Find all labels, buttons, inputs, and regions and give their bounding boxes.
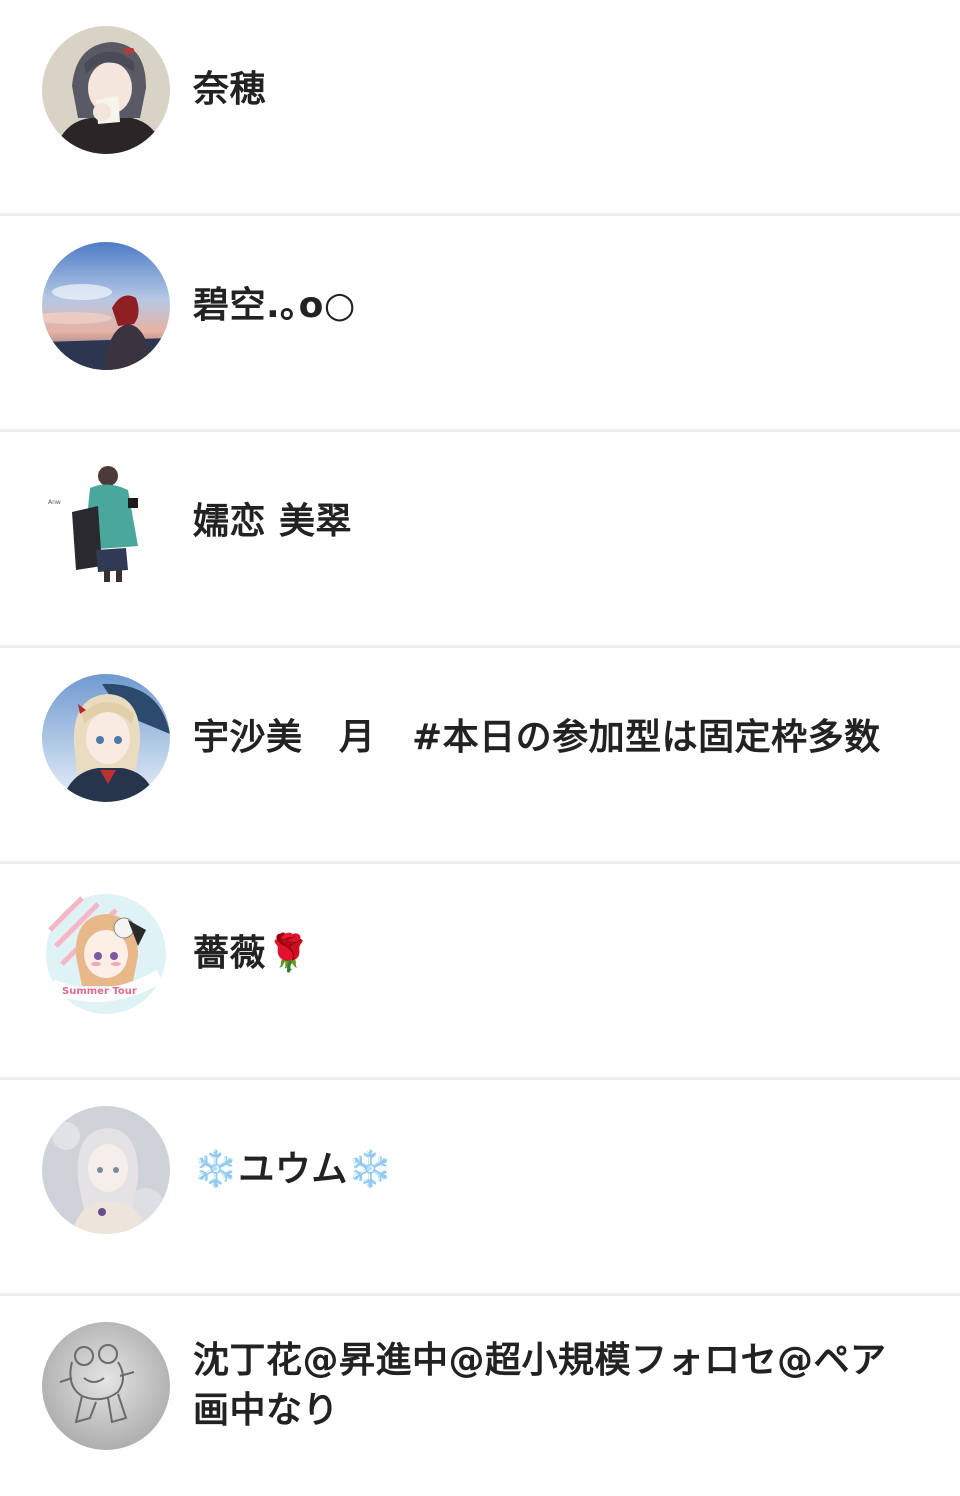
avatar-girl-dark-hair-icon[interactable] xyxy=(42,26,170,154)
svg-text:Summer Tour: Summer Tour xyxy=(62,986,137,997)
avatar-blonde-girl-umbrella-icon[interactable] xyxy=(42,674,170,802)
user-list-item[interactable]: ❄️ユウム❄️ xyxy=(0,1080,960,1296)
user-list-item[interactable]: Summer Tour 薔薇🌹 xyxy=(0,864,960,1080)
user-name[interactable]: 碧空.｡o○ xyxy=(193,281,910,331)
user-name[interactable]: 薔薇🌹 xyxy=(193,929,910,979)
user-name[interactable]: 宇沙美 月 #本日の参加型は固定枠多数 xyxy=(193,713,910,763)
avatar-sunset-sky-icon[interactable] xyxy=(42,242,170,370)
follower-list: 奈穂 碧空.｡o○ Anw 嬬恋 美翠 宇沙美 月 #本日の参加型は固定枠多数 … xyxy=(0,0,960,1496)
user-name[interactable]: 沈丁花@昇進中@超小規模フォロセ@ペア画中なり xyxy=(193,1336,910,1436)
user-list-item[interactable]: 沈丁花@昇進中@超小規模フォロセ@ペア画中なり xyxy=(0,1296,960,1496)
avatar-silver-hair-girl-icon[interactable] xyxy=(42,1106,170,1234)
user-name[interactable]: 嬬恋 美翠 xyxy=(193,497,910,547)
user-name[interactable]: 奈穂 xyxy=(193,65,910,115)
user-name[interactable]: ❄️ユウム❄️ xyxy=(193,1145,910,1195)
user-list-item[interactable]: Anw 嬬恋 美翠 xyxy=(0,432,960,648)
user-list-item[interactable]: 宇沙美 月 #本日の参加型は固定枠多数 xyxy=(0,648,960,864)
user-list-item[interactable]: 碧空.｡o○ xyxy=(0,216,960,432)
user-list-item[interactable]: 奈穂 xyxy=(0,0,960,216)
svg-text:Anw: Anw xyxy=(48,499,61,506)
avatar-summer-tour-badge-icon[interactable]: Summer Tour xyxy=(42,890,170,1018)
avatar-frog-sketch-icon[interactable] xyxy=(42,1322,170,1450)
avatar-girl-backpack-icon[interactable]: Anw xyxy=(42,458,170,586)
